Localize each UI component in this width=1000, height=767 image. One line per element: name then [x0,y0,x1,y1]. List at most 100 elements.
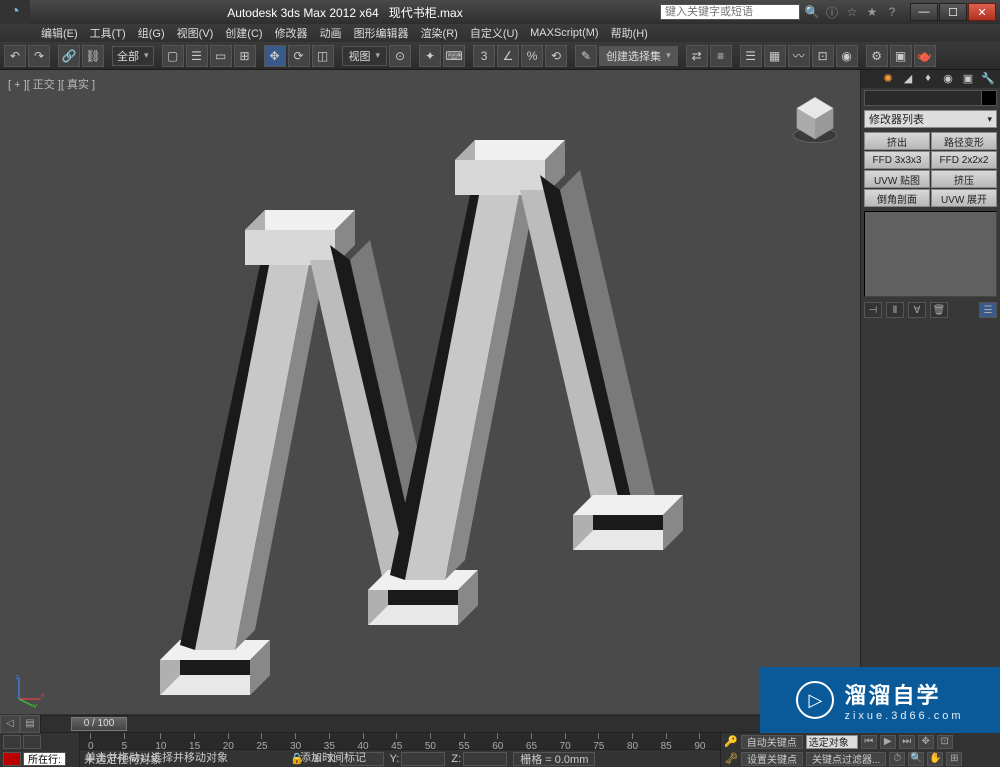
modifier-btn-bevel-profile[interactable]: 倒角剖面 [864,189,930,207]
material-editor-button[interactable]: ◉ [836,45,858,67]
object-name-input[interactable] [864,90,981,106]
configure-sets-button[interactable]: ☰ [979,302,997,318]
render-production-button[interactable]: 🫖 [914,45,936,67]
rotate-button[interactable]: ⟳ [288,45,310,67]
unlink-button[interactable]: ⛓ [82,45,104,67]
spinner-snap-button[interactable]: ⟲ [545,45,567,67]
graphite-button[interactable]: ▦ [764,45,786,67]
modifier-btn-uvw-unwrap[interactable]: UVW 展开 [931,189,997,207]
modifier-stack[interactable] [864,211,997,297]
time-config-icon[interactable]: ⏱ [889,752,905,766]
modifier-list-dropdown[interactable]: 修改器列表 [864,110,997,128]
named-selection-dropdown[interactable]: 创建选择集 [599,46,678,66]
object-color-swatch[interactable] [981,90,997,106]
viewport-nav-4[interactable]: ✋ [927,752,943,766]
play-prev-button[interactable]: ⏮ [861,735,877,749]
move-button[interactable]: ✥ [264,45,286,67]
menu-maxscript[interactable]: MAXScript(M) [524,27,604,39]
schematic-view-button[interactable]: ⊡ [812,45,834,67]
cmd-tab-motion-icon[interactable]: ◉ [940,70,956,86]
cmd-tab-utilities-icon[interactable]: 🔧 [980,70,996,86]
link-button[interactable]: 🔗 [58,45,80,67]
time-slider[interactable]: 0 / 100 [40,715,862,733]
menu-rendering[interactable]: 渲染(R) [415,25,464,41]
select-object-button[interactable]: ▢ [162,45,184,67]
mirror-button[interactable]: ⇄ [686,45,708,67]
menu-help[interactable]: 帮助(H) [605,25,654,41]
make-unique-button[interactable]: ∀ [908,302,926,318]
viewport-nav-2[interactable]: ⊡ [937,735,953,749]
play-next-button[interactable]: ⏭ [899,735,915,749]
coord-y-input[interactable] [401,752,445,766]
viewport-nav-5[interactable]: ⊞ [946,752,962,766]
snap-toggle-button[interactable]: 3 [473,45,495,67]
modifier-btn-ffd2[interactable]: FFD 2x2x2 [931,151,997,169]
key-large-icon[interactable]: 🗝 [724,752,738,765]
show-end-result-button[interactable]: Ⅱ [886,302,904,318]
close-button[interactable]: ✕ [968,3,996,21]
render-setup-button[interactable]: ⚙ [866,45,888,67]
track-bar-ruler[interactable]: 051015202530354045505560657075808590 [80,733,720,750]
cmd-tab-display-icon[interactable]: ▣ [960,70,976,86]
align-button[interactable]: ≡ [710,45,732,67]
remove-modifier-button[interactable]: 🗑 [930,302,948,318]
cmd-tab-create-icon[interactable]: ✺ [880,70,896,86]
selection-filter-dropdown[interactable]: 全部 [112,46,154,66]
time-slider-handle[interactable]: 0 / 100 [71,717,127,731]
menu-create[interactable]: 创建(C) [219,25,268,41]
menu-group[interactable]: 组(G) [132,25,171,41]
app-logo[interactable]: ◔ [0,0,30,24]
modifier-btn-uvw-map[interactable]: UVW 贴图 [864,170,930,188]
script-listener-icon[interactable] [23,735,41,749]
window-crossing-button[interactable]: ⊞ [234,45,256,67]
modifier-btn-squeeze[interactable]: 挤压 [931,170,997,188]
menu-graph-editors[interactable]: 图形编辑器 [348,25,415,41]
menu-views[interactable]: 视图(V) [171,25,220,41]
menu-customize[interactable]: 自定义(U) [464,25,524,41]
select-region-button[interactable]: ▭ [210,45,232,67]
script-mini-icon[interactable] [3,735,21,749]
viewport-label[interactable]: [ + ][ 正交 ][ 真实 ] [8,76,95,92]
track-bar-button[interactable]: ▤ [20,715,40,733]
viewport-nav-1[interactable]: ✥ [918,735,934,749]
key-mode-icon[interactable]: 🔑 [724,735,738,748]
viewport-nav-3[interactable]: 🔍 [908,752,924,766]
selection-lock-dropdown[interactable]: 选定对象 [806,735,858,749]
search-input[interactable] [660,4,800,20]
ref-coord-dropdown[interactable]: 视图 [342,46,388,66]
prev-key-button[interactable]: ◁ [0,715,20,733]
edit-named-sel-button[interactable]: ✎ [575,45,597,67]
key-filters-button[interactable]: 关键点过滤器... [806,752,886,766]
cmd-tab-modify-icon[interactable]: ◢ [900,70,916,86]
info-icon[interactable]: ⓘ [824,4,840,20]
angle-snap-button[interactable]: ∠ [497,45,519,67]
use-center-button[interactable]: ⊙ [389,45,411,67]
percent-snap-button[interactable]: % [521,45,543,67]
comm-center-icon[interactable]: ☆ [844,4,860,20]
pin-stack-button[interactable]: ⊣ [864,302,882,318]
view-cube[interactable] [788,92,842,146]
maximize-button[interactable]: ☐ [939,3,967,21]
auto-key-button[interactable]: 自动关键点 [741,735,803,749]
curve-editor-button[interactable]: 〰 [788,45,810,67]
add-time-tag-label[interactable]: 添加时间标记 [300,749,366,765]
set-key-button[interactable]: 设置关键点 [741,752,803,766]
play-button[interactable]: ▶ [880,735,896,749]
redo-button[interactable]: ↷ [28,45,50,67]
menu-tools[interactable]: 工具(T) [84,25,132,41]
minimize-button[interactable]: — [910,3,938,21]
menu-animation[interactable]: 动画 [314,25,348,41]
scale-button[interactable]: ◫ [312,45,334,67]
cmd-tab-hierarchy-icon[interactable]: ♦ [920,70,936,86]
layer-manager-button[interactable]: ☰ [740,45,762,67]
menu-modifiers[interactable]: 修改器 [269,25,314,41]
favorite-icon[interactable]: ★ [864,4,880,20]
modifier-btn-path-deform[interactable]: 路径变形 [931,132,997,150]
rendered-frame-button[interactable]: ▣ [890,45,912,67]
coord-z-input[interactable] [463,752,507,766]
undo-button[interactable]: ↶ [4,45,26,67]
modifier-btn-ffd3[interactable]: FFD 3x3x3 [864,151,930,169]
keyboard-shortcut-button[interactable]: ⌨ [443,45,465,67]
viewport[interactable]: [ + ][ 正交 ][ 真实 ] [0,70,860,714]
select-by-name-button[interactable]: ☰ [186,45,208,67]
